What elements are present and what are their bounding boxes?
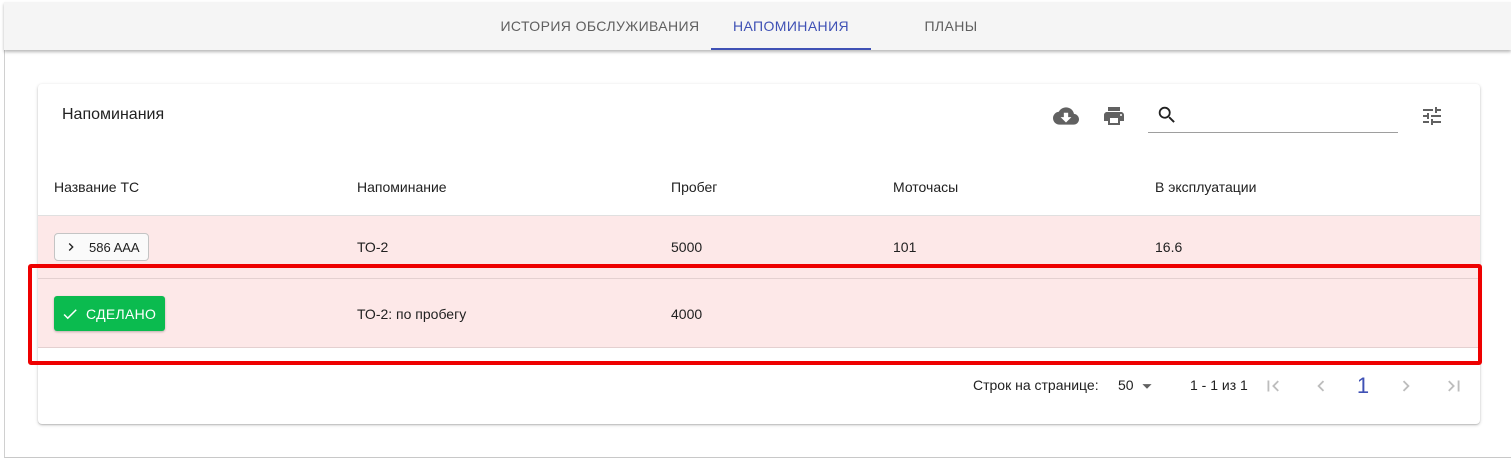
cell-reminder: ТО-2 — [357, 239, 389, 255]
tune-icon[interactable] — [1418, 102, 1446, 130]
tab-service-history[interactable]: ИСТОРИЯ ОБСЛУЖИВАНИЯ — [489, 2, 711, 50]
active-tab-indicator — [711, 48, 871, 50]
expand-vehicle-button[interactable]: 586 AAA — [54, 233, 149, 261]
tab-reminders[interactable]: НАПОМИНАНИЯ — [711, 2, 871, 50]
check-icon — [61, 305, 79, 326]
cell-motohours: 101 — [893, 239, 917, 255]
last-page-icon[interactable] — [1442, 374, 1466, 398]
current-page-number[interactable]: 1 — [1352, 373, 1374, 399]
arrow-drop-down-icon — [1136, 375, 1158, 402]
search-input[interactable] — [1184, 104, 1394, 130]
chevron-right-icon — [63, 239, 79, 258]
card-title: Напоминания — [62, 106, 165, 123]
tab-bar: ИСТОРИЯ ОБСЛУЖИВАНИЯ НАПОМИНАНИЯ ПЛАНЫ — [4, 2, 1511, 50]
tab-plans[interactable]: ПЛАНЫ — [871, 2, 1031, 50]
column-header-in-service[interactable]: В эксплуатации — [1155, 179, 1256, 195]
column-header-mileage[interactable]: Пробег — [671, 179, 717, 195]
column-header-motohours[interactable]: Моточасы — [893, 179, 958, 195]
rows-per-page-label: Строк на странице: — [973, 377, 1099, 393]
column-header-vehicle[interactable]: Название ТС — [54, 179, 139, 195]
table-row-detail: СДЕЛАНО ТО-2: по пробегу 4000 — [38, 279, 1480, 348]
cell-mileage: 4000 — [671, 306, 703, 322]
cell-reminder: ТО-2: по пробегу — [357, 306, 467, 322]
cell-in-service: 16.6 — [1155, 239, 1183, 255]
print-icon[interactable] — [1100, 102, 1128, 130]
table-row-group: 586 AAA ТО-2 5000 101 16.6 — [38, 216, 1480, 279]
first-page-icon[interactable] — [1261, 374, 1285, 398]
done-button-label: СДЕЛАНО — [86, 306, 157, 322]
search-icon — [1156, 104, 1178, 131]
column-header-reminder[interactable]: Напоминание — [357, 179, 447, 195]
vehicle-name: 586 AAA — [89, 240, 140, 255]
next-page-icon[interactable] — [1394, 374, 1418, 398]
cell-mileage: 5000 — [671, 239, 703, 255]
done-button[interactable]: СДЕЛАНО — [54, 296, 165, 331]
rows-per-page-select[interactable]: 50 — [1118, 375, 1158, 397]
reminders-card: Напоминания Название ТС Напоминание Проб… — [38, 84, 1480, 424]
cloud-download-icon[interactable] — [1052, 102, 1080, 130]
search-field — [1148, 100, 1398, 133]
rows-per-page-value: 50 — [1118, 377, 1134, 393]
pagination-range: 1 - 1 из 1 — [1190, 377, 1248, 393]
previous-page-icon[interactable] — [1309, 374, 1333, 398]
